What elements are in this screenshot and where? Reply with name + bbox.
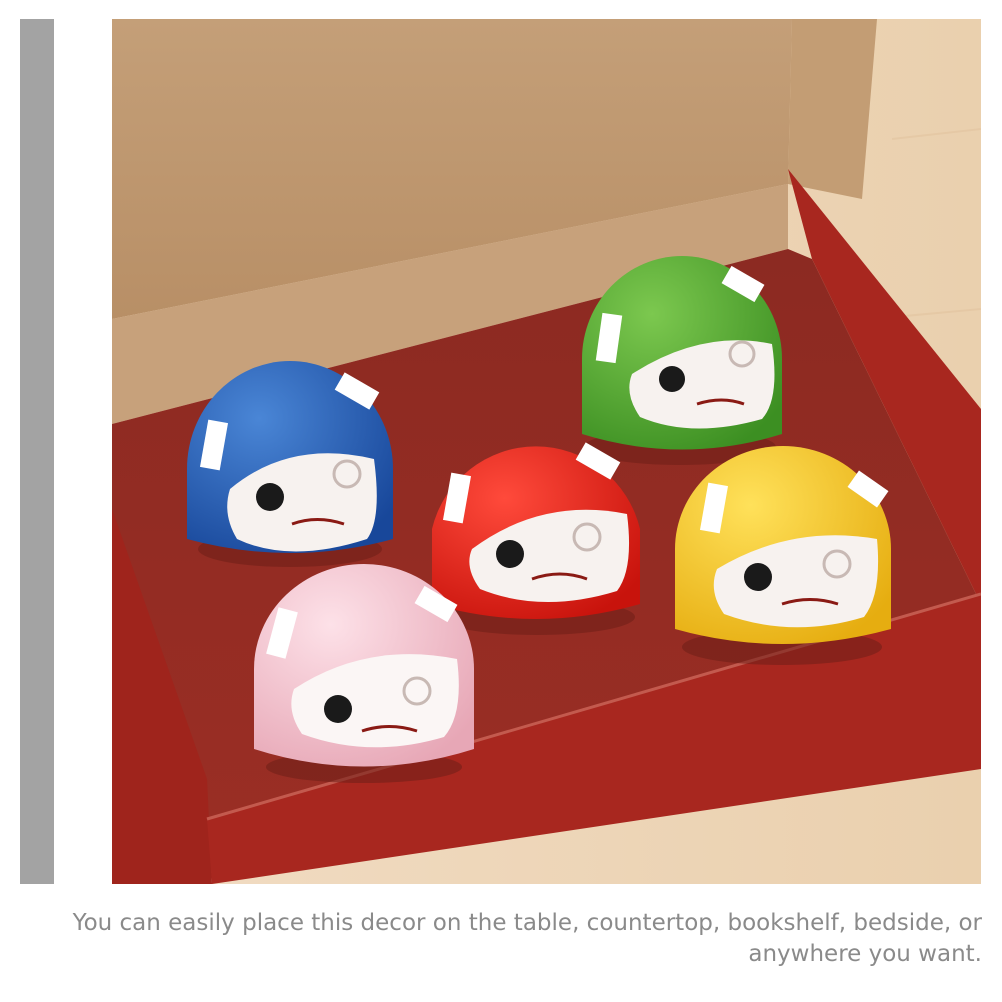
daruma-green xyxy=(582,256,782,465)
product-photo xyxy=(112,19,981,884)
photo-illustration xyxy=(112,19,981,884)
side-bar xyxy=(20,19,54,884)
caption-text: You can easily place this decor on the t… xyxy=(72,910,982,967)
daruma-blue xyxy=(187,361,393,567)
daruma-yellow xyxy=(675,446,891,665)
daruma-pink xyxy=(254,564,474,783)
lid-flap xyxy=(788,19,877,199)
